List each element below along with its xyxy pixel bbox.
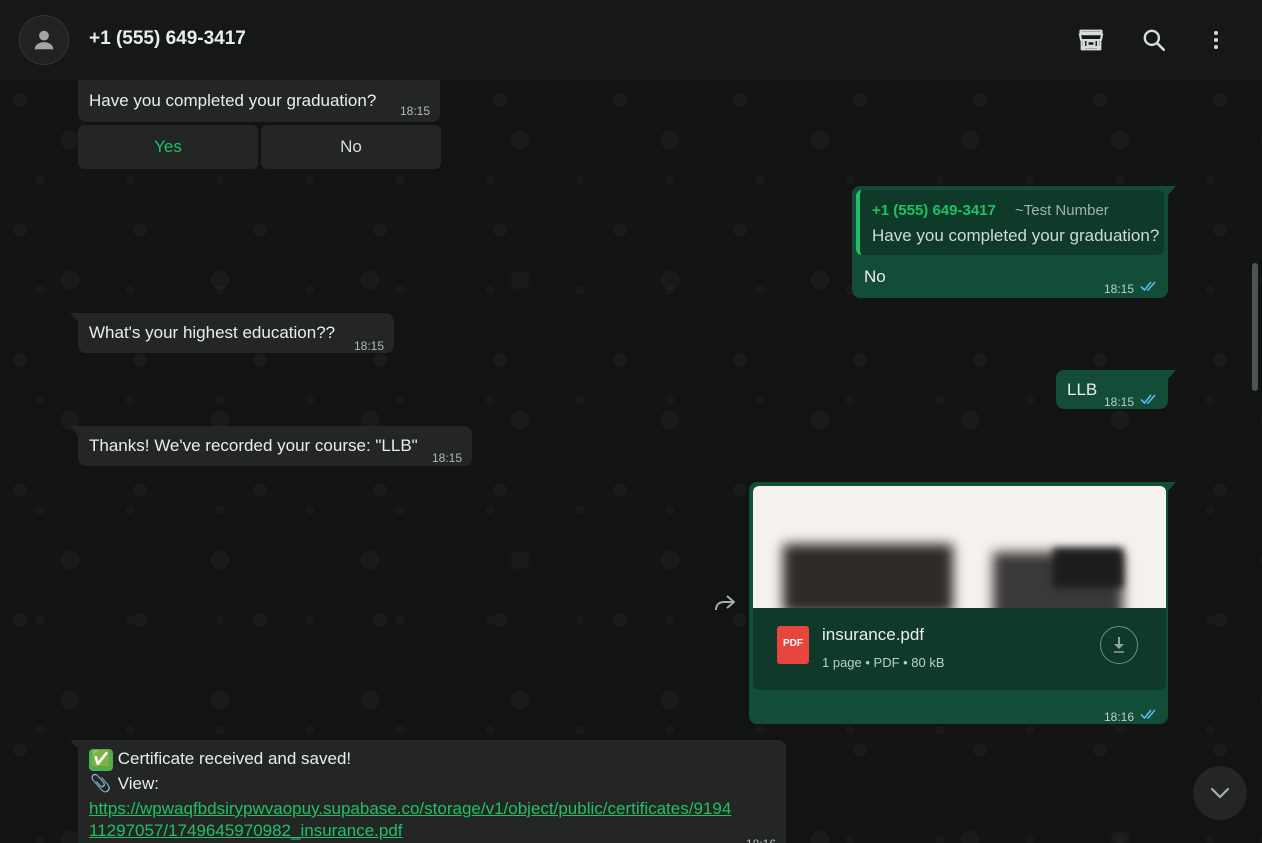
forward-button[interactable] (709, 589, 741, 617)
quote-sender-label: ~Test Number (1015, 202, 1109, 219)
outgoing-document-message[interactable]: PDF insurance.pdf 1 page • PDF • 80 kB 1… (749, 482, 1176, 724)
message-text: No (864, 267, 886, 286)
document-preview[interactable] (753, 486, 1166, 612)
message-text: Thanks! We've recorded your course: "LLB… (89, 436, 418, 455)
bubble-tail (70, 740, 79, 750)
incoming-message[interactable]: Have you completed your graduation? 18:1… (78, 80, 440, 122)
read-ticks-icon (1140, 709, 1156, 720)
download-icon (1114, 637, 1124, 653)
quote-sender: +1 (555) 649-3417 (872, 202, 996, 219)
chevron-down-icon (1210, 787, 1230, 799)
read-ticks-icon (1140, 281, 1156, 292)
link-text-line: 11297057/1749645970982_insurance.pdf (89, 821, 403, 840)
link-text-line: https://wpwaqfbdsirypwvaopuy.supabase.co… (89, 799, 732, 818)
quote-text: Have you completed your graduation? (872, 226, 1160, 245)
search-button[interactable] (1136, 22, 1172, 58)
contact-name[interactable]: +1 (555) 649-3417 (89, 28, 246, 50)
whatsapp-chat-window: +1 (555) 649-3417 Have you completed you… (0, 0, 1262, 843)
reply-button-no[interactable]: No (261, 125, 441, 169)
preview-image-blur (1053, 548, 1123, 588)
message-time: 18:15 (400, 104, 431, 118)
chat-header: +1 (555) 649-3417 (0, 0, 1262, 80)
scrollbar-thumb[interactable] (1252, 263, 1258, 391)
read-ticks-icon (1140, 394, 1156, 405)
menu-button[interactable] (1198, 22, 1234, 58)
pdf-badge-label: PDF (783, 638, 803, 649)
message-text: What's your highest education?? (89, 323, 336, 342)
bubble-tail (70, 313, 79, 323)
check-mark-icon: ✅ (89, 748, 113, 771)
avatar[interactable] (19, 15, 69, 65)
reply-button-yes[interactable]: Yes (78, 125, 258, 169)
incoming-message[interactable]: Thanks! We've recorded your course: "LLB… (70, 426, 472, 466)
chat-area[interactable]: Have you completed your graduation? 18:1… (0, 80, 1262, 843)
message-text: View: (117, 774, 159, 793)
message-time: 18:15 (1104, 282, 1135, 296)
shop-icon (1078, 29, 1104, 51)
search-icon (1143, 29, 1166, 52)
forward-icon (715, 595, 735, 611)
download-button[interactable] (1100, 626, 1138, 664)
bubble-tail (70, 426, 79, 436)
bubble-tail (1167, 186, 1176, 196)
bubble-tail (1167, 482, 1176, 492)
person-icon (34, 30, 54, 50)
outgoing-message[interactable]: +1 (555) 649-3417 ~Test Number Have you … (852, 186, 1176, 298)
quoted-message[interactable]: +1 (555) 649-3417 ~Test Number Have you … (856, 190, 1164, 255)
message-time: 18:16 (746, 833, 776, 843)
outgoing-message[interactable]: LLB 18:15 (1056, 370, 1176, 409)
certificate-link[interactable]: https://wpwaqfbdsirypwvaopuy.supabase.co… (89, 798, 731, 842)
paperclip-icon: 📎 (90, 774, 112, 793)
bubble-tail (1167, 370, 1176, 380)
message-line: ✅ Certificate received and saved! (89, 748, 351, 771)
menu-icon (1214, 31, 1218, 49)
incoming-message[interactable]: ✅ Certificate received and saved! 📎 View… (70, 740, 786, 843)
scroll-to-bottom-button[interactable] (1193, 766, 1247, 820)
shop-button[interactable] (1073, 22, 1109, 58)
message-time: 18:15 (1104, 395, 1135, 409)
message-time: 18:16 (1104, 710, 1135, 724)
incoming-message[interactable]: What's your highest education?? 18:15 (70, 313, 394, 353)
file-meta: 1 page • PDF • 80 kB (822, 655, 945, 670)
message-text: LLB (1067, 380, 1098, 399)
message-line: 📎 View: (89, 773, 159, 795)
pdf-file-icon: PDF (777, 626, 809, 664)
message-text: Have you completed your graduation? (89, 91, 377, 110)
document-info[interactable]: PDF insurance.pdf 1 page • PDF • 80 kB (753, 608, 1166, 690)
message-text: Certificate received and saved! (117, 749, 352, 768)
file-name: insurance.pdf (822, 625, 925, 644)
message-time: 18:15 (432, 451, 463, 465)
message-time: 18:15 (354, 339, 385, 353)
preview-image-blur (783, 544, 953, 612)
scrollbar[interactable] (1252, 85, 1258, 843)
